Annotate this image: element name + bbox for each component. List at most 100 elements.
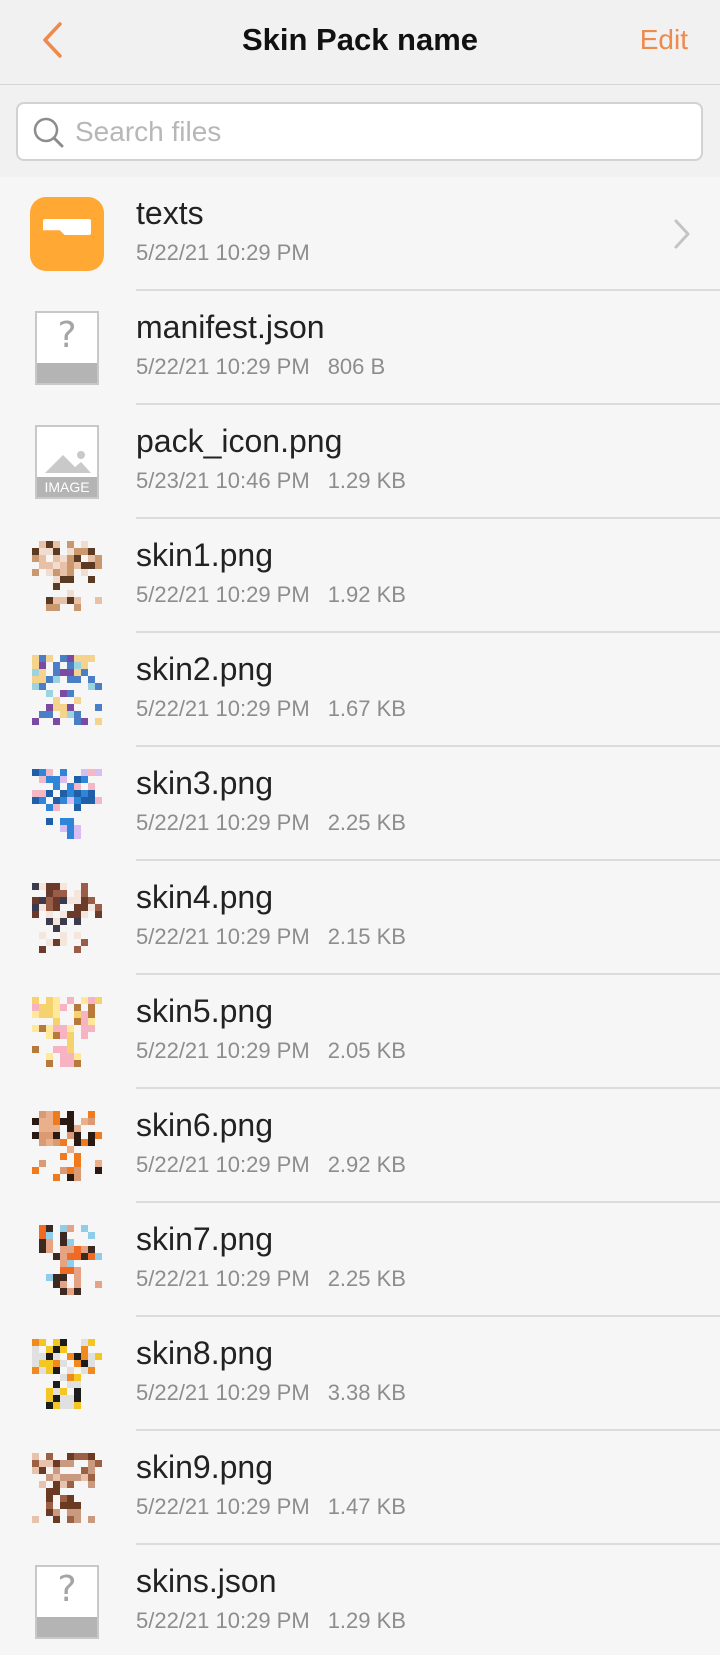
file-meta: 5/22/21 10:29 PM 1.47 KB (136, 1494, 406, 1520)
file-row[interactable]: skin3.png 5/22/21 10:29 PM 2.25 KB (0, 747, 720, 861)
search-input[interactable] (75, 106, 701, 157)
folder-icon (30, 197, 104, 271)
search-icon (31, 115, 65, 149)
file-name: skin3.png (136, 765, 273, 801)
file-size: 1.92 KB (327, 582, 406, 607)
edit-button[interactable]: Edit (640, 0, 688, 84)
back-button[interactable] (30, 18, 74, 62)
question-mark-glyph: ? (57, 1569, 77, 1610)
file-meta: 5/22/21 10:29 PM 1.92 KB (136, 582, 406, 608)
file-date: 5/22/21 10:29 PM (136, 810, 310, 835)
file-row[interactable]: skin4.png 5/22/21 10:29 PM 2.15 KB (0, 861, 720, 975)
file-size: 2.05 KB (327, 1038, 406, 1063)
file-meta: 5/23/21 10:46 PM 1.29 KB (136, 468, 406, 494)
file-row[interactable]: skin6.png 5/22/21 10:29 PM 2.92 KB (0, 1089, 720, 1203)
file-date: 5/22/21 10:29 PM (136, 240, 310, 265)
file-list: texts 5/22/21 10:29 PM? manifest.json 5/22/… (0, 177, 720, 1655)
file-size: 1.29 KB (327, 468, 406, 493)
file-row[interactable]: skin2.png 5/22/21 10:29 PM 1.67 KB (0, 633, 720, 747)
file-row[interactable]: skin1.png 5/22/21 10:29 PM 1.92 KB (0, 519, 720, 633)
file-name: skin6.png (136, 1107, 273, 1143)
skin-thumbnail (30, 767, 104, 841)
file-name: skin2.png (136, 651, 273, 687)
file-row[interactable]: ? manifest.json 5/22/21 10:29 PM 806 B (0, 291, 720, 405)
skin-texture-preview (30, 881, 104, 955)
file-row[interactable]: skin7.png 5/22/21 10:29 PM 2.25 KB (0, 1203, 720, 1317)
question-mark-glyph: ? (57, 315, 77, 356)
skin-texture-preview (30, 767, 104, 841)
file-size: 1.29 KB (327, 1608, 406, 1633)
file-size: 3.38 KB (327, 1380, 406, 1405)
skin-texture-preview (30, 995, 104, 1069)
file-name: texts (136, 195, 204, 231)
folder-shape (30, 197, 104, 271)
file-date: 5/22/21 10:29 PM (136, 924, 310, 949)
file-row[interactable]: skin9.png 5/22/21 10:29 PM 1.47 KB (0, 1431, 720, 1545)
file-name: skin4.png (136, 879, 273, 915)
file-browser-screen: Skin Pack name Edit texts 5/22/21 10:29 P… (0, 0, 720, 1655)
file-name: skin5.png (136, 993, 273, 1029)
file-date: 5/22/21 10:29 PM (136, 1152, 310, 1177)
image-placeholder-icon: IMAGE (35, 425, 99, 499)
file-date: 5/22/21 10:29 PM (136, 1608, 310, 1633)
file-size: 2.25 KB (327, 1266, 406, 1291)
skin-texture-preview (30, 1109, 104, 1183)
file-meta: 5/22/21 10:29 PM 2.92 KB (136, 1152, 406, 1178)
skin-texture-preview (30, 539, 104, 613)
file-date: 5/22/21 10:29 PM (136, 1380, 310, 1405)
file-meta: 5/22/21 10:29 PM 2.05 KB (136, 1038, 406, 1064)
file-meta: 5/22/21 10:29 PM 1.29 KB (136, 1608, 406, 1634)
search-section (0, 85, 720, 177)
file-date: 5/22/21 10:29 PM (136, 582, 310, 607)
file-name: manifest.json (136, 309, 325, 345)
image-icon-label: IMAGE (37, 477, 97, 497)
search-box[interactable] (16, 102, 703, 161)
file-size: 806 B (327, 354, 386, 379)
skin-thumbnail (30, 1337, 104, 1411)
file-size: 1.67 KB (327, 696, 406, 721)
skin-texture-preview (30, 1337, 104, 1411)
file-row[interactable]: skin8.png 5/22/21 10:29 PM 3.38 KB (0, 1317, 720, 1431)
file-date: 5/23/21 10:46 PM (136, 468, 310, 493)
file-meta: 5/22/21 10:29 PM 3.38 KB (136, 1380, 406, 1406)
file-meta: 5/22/21 10:29 PM 2.15 KB (136, 924, 406, 950)
file-date: 5/22/21 10:29 PM (136, 696, 310, 721)
file-name: skin8.png (136, 1335, 273, 1371)
skin-thumbnail (30, 653, 104, 727)
file-date: 5/22/21 10:29 PM (136, 1494, 310, 1519)
file-name: pack_icon.png (136, 423, 343, 459)
chevron-left-icon (43, 22, 62, 58)
file-row[interactable]: ? skins.json 5/22/21 10:29 PM 1.29 KB (0, 1545, 720, 1655)
unknown-file-icon: ? (30, 311, 104, 385)
skin-texture-preview (30, 1223, 104, 1297)
image-file-icon: IMAGE (30, 425, 104, 499)
file-name: skin1.png (136, 537, 273, 573)
skin-thumbnail (30, 1223, 104, 1297)
chevron-right-icon (674, 219, 690, 249)
file-size: 2.25 KB (327, 810, 406, 835)
file-row[interactable]: IMAGE pack_icon.png 5/23/21 10:46 PM 1.29 K… (0, 405, 720, 519)
file-size: 2.15 KB (327, 924, 406, 949)
file-icon-bar (37, 363, 97, 383)
file-name: skin9.png (136, 1449, 273, 1485)
skin-thumbnail (30, 881, 104, 955)
unknown-file-icon: ? (30, 1565, 104, 1639)
file-row[interactable]: skin5.png 5/22/21 10:29 PM 2.05 KB (0, 975, 720, 1089)
question-mark-file-icon: ? (35, 1565, 99, 1639)
file-size: 2.92 KB (327, 1152, 406, 1177)
file-date: 5/22/21 10:29 PM (136, 354, 310, 379)
mountain-icon (45, 451, 91, 473)
skin-texture-preview (30, 653, 104, 727)
file-meta: 5/22/21 10:29 PM 2.25 KB (136, 810, 406, 836)
file-meta: 5/22/21 10:29 PM 1.67 KB (136, 696, 406, 722)
file-size: 1.47 KB (327, 1494, 406, 1519)
skin-thumbnail (30, 1109, 104, 1183)
file-date: 5/22/21 10:29 PM (136, 1038, 310, 1063)
skin-thumbnail (30, 1451, 104, 1525)
skin-thumbnail (30, 995, 104, 1069)
skin-texture-preview (30, 1451, 104, 1525)
skin-thumbnail (30, 539, 104, 613)
folder-row[interactable]: texts 5/22/21 10:29 PM (0, 177, 720, 291)
file-icon-bar (37, 1617, 97, 1637)
page-title: Skin Pack name (241, 22, 479, 57)
